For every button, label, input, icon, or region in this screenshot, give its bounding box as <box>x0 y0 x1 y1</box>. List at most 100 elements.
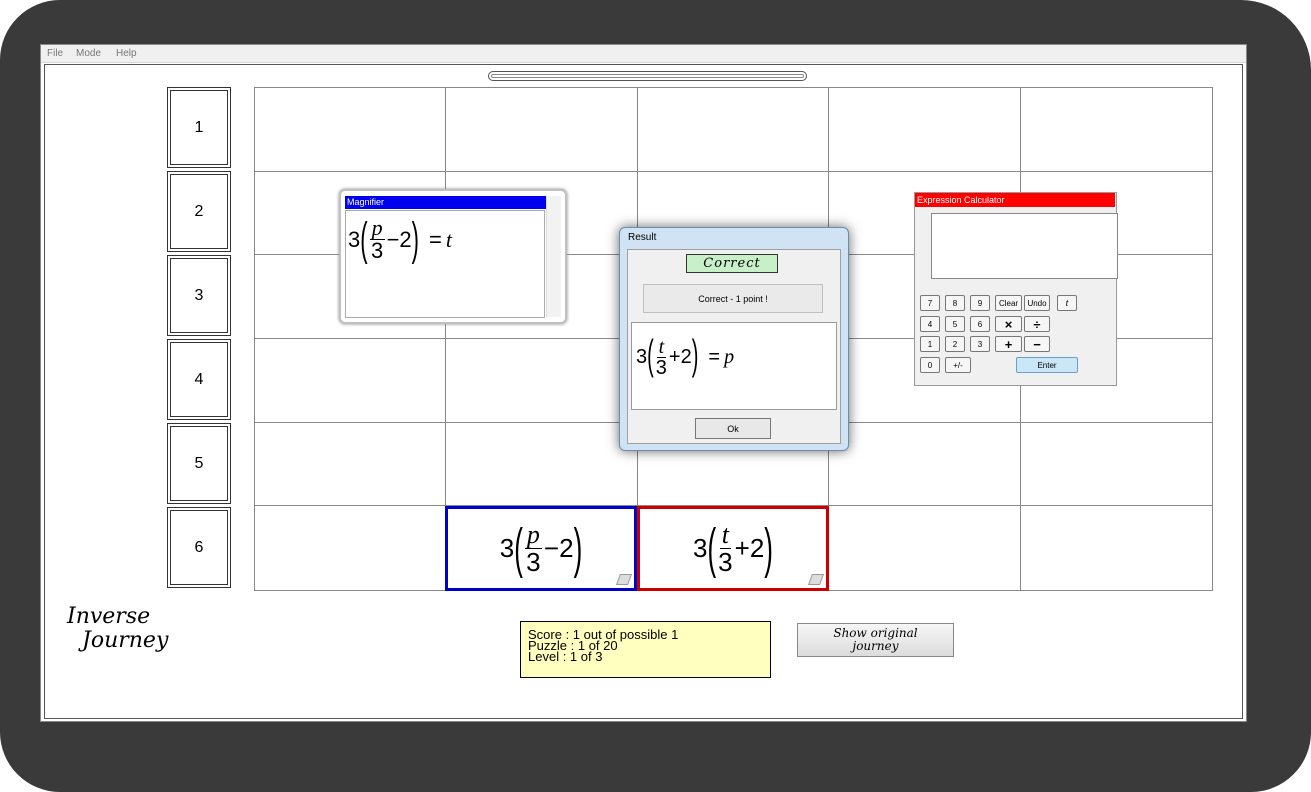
expr-rhs: t <box>445 226 452 252</box>
calc-button-4[interactable]: 4 <box>920 316 940 332</box>
calc-plusminus-button[interactable]: +/- <box>945 357 971 373</box>
show-original-journey-button[interactable]: Show original journey <box>797 623 954 657</box>
calc-button-2[interactable]: 2 <box>945 336 965 352</box>
row-label-6: 6 <box>167 507 231 588</box>
magnifier-expression: 3 ( p 3 −2 ) = t <box>348 212 452 265</box>
row-label-4: 4 <box>167 339 231 420</box>
fraction-denominator: 3 <box>655 357 667 379</box>
calc-clear-button[interactable]: Clear <box>995 295 1022 311</box>
calc-button-1[interactable]: 1 <box>920 336 940 352</box>
right-paren: ) <box>691 333 699 380</box>
grid-cell[interactable] <box>829 422 1021 507</box>
result-message: Correct - 1 point ! <box>643 284 823 313</box>
expression-calculator: Expression Calculator 7 8 9 Clear Undo t… <box>914 192 1118 386</box>
row-label-2: 2 <box>167 171 231 252</box>
magnifier-title: Magnifier <box>345 196 546 209</box>
grid-cell[interactable] <box>255 88 447 172</box>
expr-fraction: p 3 <box>369 217 385 263</box>
result-expression: 3 ( t 3 +2 ) = p <box>636 333 735 379</box>
expr-rhs: p <box>724 346 735 368</box>
expr-operation: +2 <box>668 346 692 368</box>
left-paren: ( <box>360 212 368 265</box>
grid-cell[interactable] <box>1020 88 1212 172</box>
left-paren: ( <box>514 515 523 579</box>
piece-coef: 3 <box>499 533 515 563</box>
calculator-display-value <box>932 214 1117 278</box>
row-label-1: 1 <box>167 87 231 168</box>
expr-coef: 3 <box>348 226 361 252</box>
grid-cell[interactable] <box>637 88 830 172</box>
expr-operation: −2 <box>386 226 412 252</box>
calc-multiply-button[interactable]: × <box>995 316 1022 332</box>
resize-corner-icon[interactable] <box>615 574 633 585</box>
calc-button-5[interactable]: 5 <box>945 316 965 332</box>
expression-piece-red[interactable]: 3 ( t 3 +2 ) <box>637 506 829 591</box>
expr-coef: 3 <box>636 346 648 368</box>
grid-cell[interactable] <box>446 338 638 423</box>
mode-title-line2: Journey <box>82 628 169 653</box>
piece-fraction: t 3 <box>718 522 733 577</box>
calc-plus-button[interactable]: + <box>995 336 1022 352</box>
menu-bar: File Mode Help <box>41 45 1246 63</box>
grid-cell[interactable] <box>446 88 638 172</box>
resize-corner-icon[interactable] <box>807 574 825 585</box>
calc-enter-button[interactable]: Enter <box>1016 357 1078 373</box>
calc-button-8[interactable]: 8 <box>945 295 965 311</box>
ok-button[interactable]: Ok <box>695 418 771 439</box>
result-panel: Correct Correct - 1 point ! 3 ( t 3 +2 )… <box>627 249 841 444</box>
fraction-denominator: 3 <box>526 547 541 577</box>
result-expression-box: 3 ( t 3 +2 ) = p <box>631 322 837 410</box>
result-title: Result <box>628 232 657 243</box>
left-paren: ( <box>707 515 717 579</box>
result-dialog: Result Correct Correct - 1 point ! 3 ( t… <box>619 227 849 451</box>
row-label-3: 3 <box>167 255 231 336</box>
fraction-denominator: 3 <box>718 547 733 577</box>
right-paren: ) <box>573 515 583 579</box>
mode-title-line1: Inverse <box>67 604 151 629</box>
menu-file[interactable]: File <box>47 48 63 59</box>
mode-title: Inverse Journey <box>67 605 168 653</box>
grid-cell[interactable] <box>1021 506 1212 590</box>
horizontal-scrollbar[interactable] <box>488 71 807 81</box>
left-paren: ( <box>647 333 654 380</box>
grid-cell[interactable] <box>829 88 1021 172</box>
right-paren: ) <box>411 212 419 265</box>
expr-fraction: t 3 <box>656 337 667 378</box>
menu-help[interactable]: Help <box>116 48 137 59</box>
calc-button-0[interactable]: 0 <box>920 357 940 373</box>
grid-cell[interactable] <box>255 338 447 423</box>
grid-cell[interactable] <box>255 506 447 590</box>
calc-button-3[interactable]: 3 <box>970 336 990 352</box>
right-paren: ) <box>764 515 773 579</box>
grid-cell[interactable] <box>829 506 1021 590</box>
app-window: File Mode Help 1 2 3 4 5 6 3 ( p 3 −2 ) <box>40 44 1247 722</box>
equals-sign: = <box>429 226 442 252</box>
calc-button-7[interactable]: 7 <box>920 295 940 311</box>
calculator-title: Expression Calculator <box>915 193 1115 207</box>
menu-mode[interactable]: Mode <box>76 48 101 59</box>
equals-sign: = <box>708 346 721 368</box>
calc-minus-button[interactable]: − <box>1024 336 1050 352</box>
calc-divide-button[interactable]: ÷ <box>1024 316 1050 332</box>
magnifier-content: 3 ( p 3 −2 ) = t <box>345 210 545 318</box>
grid-cell[interactable] <box>1020 423 1212 507</box>
fraction-denominator: 3 <box>370 238 384 263</box>
game-board-area: 1 2 3 4 5 6 3 ( p 3 −2 ) 3 (t 3 +2) Ma… <box>44 64 1243 719</box>
grid-cell[interactable] <box>255 422 447 507</box>
expression-piece-blue[interactable]: 3 ( p 3 −2 ) <box>445 506 637 591</box>
calculator-display[interactable] <box>931 213 1118 279</box>
calc-variable-t-button[interactable]: t <box>1057 295 1077 311</box>
level-text: Level : 1 of 3 <box>528 649 603 664</box>
piece-operation: −2 <box>543 533 574 563</box>
piece-coef: 3 <box>693 533 708 563</box>
calc-undo-button[interactable]: Undo <box>1024 295 1050 311</box>
show-original-line2: journey <box>852 639 899 653</box>
row-label-5: 5 <box>167 423 231 504</box>
calc-button-6[interactable]: 6 <box>970 316 990 332</box>
grid-cell[interactable] <box>446 422 638 507</box>
magnifier-window[interactable]: Magnifier 3 ( p 3 −2 ) = t <box>339 189 567 324</box>
fraction-numerator: t <box>656 336 667 358</box>
calc-button-9[interactable]: 9 <box>970 295 990 311</box>
magnifier-scrollbar[interactable] <box>546 196 561 317</box>
piece-operation: +2 <box>734 533 765 563</box>
